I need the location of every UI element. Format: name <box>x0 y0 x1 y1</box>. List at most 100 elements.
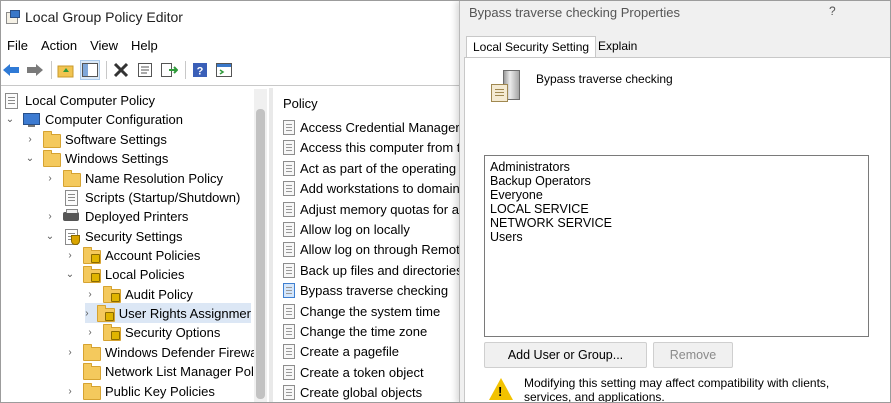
member-item[interactable]: Backup Operators <box>490 174 591 188</box>
back-arrow-icon[interactable] <box>1 60 21 80</box>
policy-row[interactable]: Adjust memory quotas for a p <box>283 199 461 219</box>
tree-item-security-settings[interactable]: ⌄ Security Settings <box>45 226 183 246</box>
chevron-right-icon[interactable]: › <box>85 327 95 338</box>
help-button[interactable]: ? <box>829 4 836 18</box>
up-folder-icon[interactable] <box>56 60 76 80</box>
policy-row[interactable]: Access this computer from the <box>283 137 461 157</box>
tree-scrollbar[interactable] <box>254 89 267 402</box>
policy-row-selected[interactable]: Bypass traverse checking <box>283 280 461 300</box>
policy-icon <box>283 364 296 380</box>
printer-icon <box>63 209 80 223</box>
locked-folder-icon <box>83 266 101 283</box>
tree-item-public-key-policies[interactable]: › Public Key Policies <box>65 381 215 401</box>
menu-file[interactable]: File <box>1 38 35 53</box>
policy-row[interactable]: Create a pagefile <box>283 341 461 361</box>
chevron-right-icon[interactable]: › <box>85 308 89 319</box>
chevron-down-icon[interactable]: ⌄ <box>45 231 55 242</box>
tree-item-label: Computer Configuration <box>45 111 184 127</box>
policy-icon <box>283 221 296 237</box>
tree-item-windows-settings[interactable]: ⌄ Windows Settings <box>25 148 168 168</box>
locked-folder-icon <box>96 305 115 322</box>
folder-icon <box>43 150 61 167</box>
tree-item-software-settings[interactable]: › Software Settings <box>25 129 167 149</box>
policy-icon <box>283 201 296 217</box>
tab-explain[interactable]: Explain <box>592 36 643 57</box>
policy-name: Access this computer from the <box>300 139 461 155</box>
remove-button[interactable]: Remove <box>653 342 733 368</box>
tree-scroll-thumb[interactable] <box>256 109 265 399</box>
console-icon[interactable] <box>214 60 234 80</box>
menu-action[interactable]: Action <box>35 38 84 53</box>
toolbar-separator <box>185 61 186 79</box>
group-policy-app-icon <box>5 9 20 24</box>
delete-icon[interactable] <box>111 60 131 80</box>
chevron-right-icon[interactable]: › <box>65 250 75 261</box>
tree-item-deployed-printers[interactable]: › Deployed Printers <box>45 206 188 226</box>
add-user-or-group-button[interactable]: Add User or Group... <box>484 342 647 368</box>
policy-row[interactable]: Access Credential Manager as <box>283 117 461 137</box>
warning-text: Modifying this setting may affect compat… <box>524 376 830 403</box>
tree-item-account-policies[interactable]: › Account Policies <box>65 245 200 265</box>
locked-folder-icon <box>103 324 121 341</box>
tree-item-name-resolution-policy[interactable]: › Name Resolution Policy <box>45 168 223 188</box>
menu-view[interactable]: View <box>84 38 125 53</box>
pane-splitter[interactable] <box>269 88 273 402</box>
policy-icon <box>283 139 296 155</box>
policy-row[interactable]: Back up files and directories <box>283 260 461 280</box>
member-item[interactable]: Everyone <box>490 188 543 202</box>
policy-row[interactable]: Allow log on through Remote <box>283 239 461 259</box>
policy-row[interactable]: Change the system time <box>283 301 461 321</box>
chevron-right-icon[interactable]: › <box>45 211 55 222</box>
tree-item-security-options[interactable]: › Security Options <box>85 322 220 342</box>
tree-item-windows-defender-firewall[interactable]: › Windows Defender Firewal <box>65 342 260 362</box>
policy-icon <box>283 343 296 359</box>
policy-row[interactable]: Create a token object <box>283 362 461 382</box>
tab-local-security-setting[interactable]: Local Security Setting <box>466 36 597 59</box>
menu-help[interactable]: Help <box>125 38 165 53</box>
policy-row[interactable]: Act as part of the operating sy <box>283 158 461 178</box>
folder-icon <box>83 344 101 361</box>
member-item[interactable]: NETWORK SERVICE <box>490 216 612 230</box>
help-icon[interactable]: ? <box>190 60 210 80</box>
chevron-right-icon[interactable]: › <box>25 134 35 145</box>
tree-item-computer-configuration[interactable]: ⌄ Computer Configuration <box>5 109 183 129</box>
folder-icon <box>83 363 101 380</box>
forward-arrow-icon[interactable] <box>25 60 45 80</box>
policy-column-header[interactable]: Policy <box>283 96 318 111</box>
policy-doc-icon <box>3 93 20 109</box>
members-listbox[interactable]: Administrators Backup Operators Everyone… <box>484 155 869 337</box>
chevron-down-icon[interactable]: ⌄ <box>65 269 75 280</box>
tab-panel: Bypass traverse checking Administrators … <box>464 57 890 403</box>
member-item[interactable]: Users <box>490 230 523 244</box>
policy-name: Bypass traverse checking <box>300 282 449 298</box>
export-list-icon[interactable] <box>159 60 179 80</box>
chevron-right-icon[interactable]: › <box>85 289 95 300</box>
tree-item-scripts[interactable]: Scripts (Startup/Shutdown) <box>45 187 240 207</box>
tree-item-local-computer-policy[interactable]: Local Computer Policy <box>3 90 155 110</box>
properties-icon[interactable] <box>135 60 155 80</box>
tree-item-label: Local Policies <box>105 266 185 282</box>
member-item[interactable]: Administrators <box>490 160 570 174</box>
warning-icon <box>489 378 513 400</box>
member-item[interactable]: LOCAL SERVICE <box>490 202 589 216</box>
tree-item-audit-policy[interactable]: › Audit Policy <box>85 284 193 304</box>
policy-icon <box>283 262 296 278</box>
chevron-right-icon[interactable]: › <box>65 386 75 397</box>
chevron-down-icon[interactable]: ⌄ <box>5 114 15 125</box>
show-hide-tree-icon[interactable] <box>80 60 100 80</box>
policy-row[interactable]: Create global objects <box>283 382 461 402</box>
policy-row[interactable]: Add workstations to domain <box>283 178 461 198</box>
policy-row[interactable]: Change the time zone <box>283 321 461 341</box>
policy-icon <box>283 303 296 319</box>
tree-item-user-rights-assignment[interactable]: › User Rights Assignmer <box>85 303 251 323</box>
policy-name: Create a token object <box>300 364 424 380</box>
policy-name: Add workstations to domain <box>300 180 460 196</box>
tree-item-local-policies[interactable]: ⌄ Local Policies <box>65 264 185 284</box>
chevron-down-icon[interactable]: ⌄ <box>25 153 35 164</box>
folder-icon <box>83 383 101 400</box>
chevron-right-icon[interactable]: › <box>45 173 55 184</box>
policy-row[interactable]: Allow log on locally <box>283 219 461 239</box>
tree-item-network-list-manager[interactable]: Network List Manager Poli <box>65 361 257 381</box>
menu-bar: File Action View Help <box>1 34 165 56</box>
chevron-right-icon[interactable]: › <box>65 347 75 358</box>
